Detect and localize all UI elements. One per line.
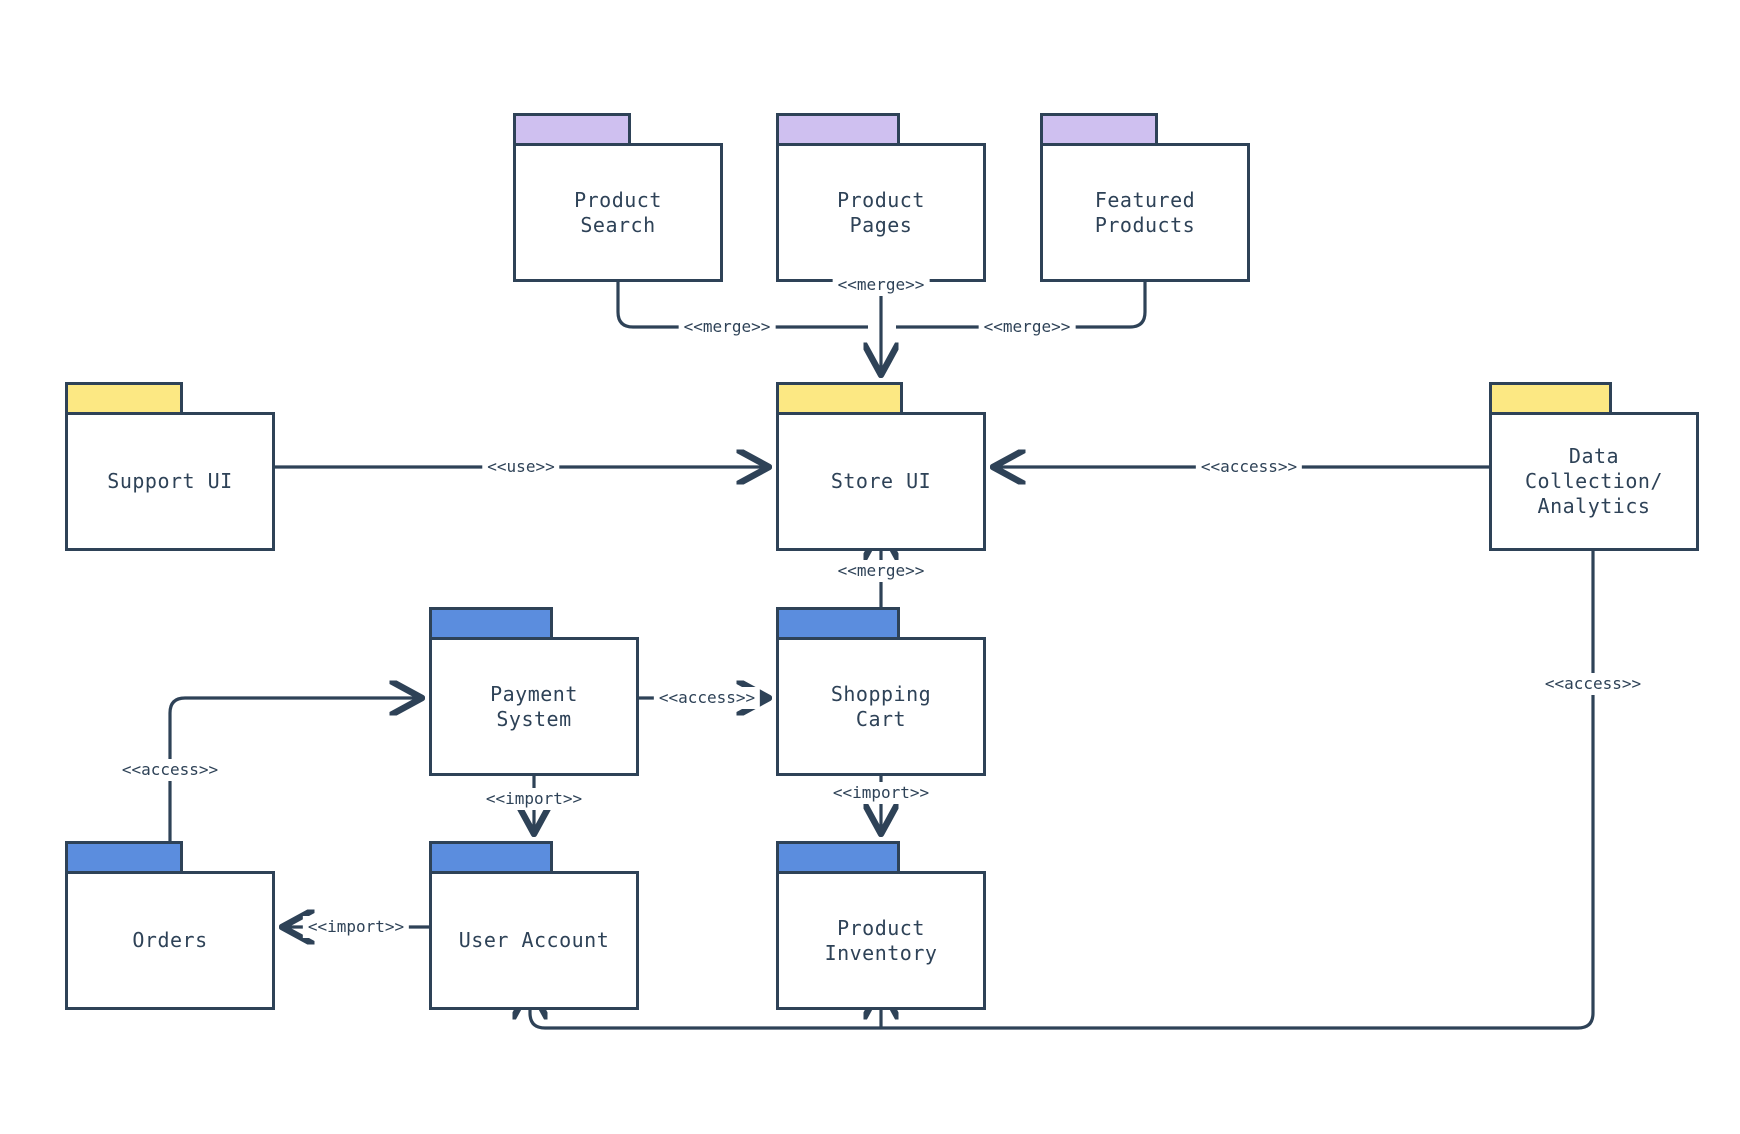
package-label: Orders [132,928,208,952]
package-payment-system[interactable]: Payment System [429,607,639,776]
package-label: Product Inventory [824,915,938,965]
package-user-account[interactable]: User Account [429,841,639,1010]
package-store-ui[interactable]: Store UI [776,382,986,551]
edge-label-merge-cart: <<merge>> [832,560,930,582]
package-body: Featured Products [1040,143,1250,282]
edge-label-access-payment-cart: <<access>> [653,687,761,709]
package-orders[interactable]: Orders [65,841,275,1010]
package-label: Support UI [107,469,233,493]
package-tab [429,607,553,637]
package-body: Product Search [513,143,723,282]
edge-label-import-cart-inventory: <<import>> [827,782,935,804]
package-tab [1040,113,1158,143]
package-body: Store UI [776,412,986,551]
package-product-pages[interactable]: Product Pages [776,113,986,282]
package-body: Product Pages [776,143,986,282]
package-label: Product Search [574,187,662,237]
edge-label-merge-pages: <<merge>> [832,274,930,296]
package-label: Payment System [490,681,578,731]
edge-label-access-analytics-store: <<access>> [1195,456,1303,478]
edge-label-use-support: <<use>> [482,456,560,478]
package-tab [429,841,553,871]
package-label: Data Collection/ Analytics [1525,444,1663,518]
package-data-collection-analytics[interactable]: Data Collection/ Analytics [1489,382,1699,551]
package-label: User Account [458,928,610,952]
package-tab [65,382,183,412]
package-tab [1489,382,1612,412]
package-tab [776,113,900,143]
package-tab [776,607,900,637]
edge-label-merge-featured: <<merge>> [978,316,1076,338]
package-tab [513,113,631,143]
package-body: Product Inventory [776,871,986,1010]
edge-label-merge-search: <<merge>> [678,316,776,338]
edge-data-collection-access-bottom [530,521,1595,1030]
package-body: User Account [429,871,639,1010]
package-body: Shopping Cart [776,637,986,776]
package-label: Store UI [830,469,932,493]
package-body: Orders [65,871,275,1010]
package-tab [65,841,183,871]
edge-label-access-analytics-bottom: <<access>> [1539,673,1647,695]
package-label: Product Pages [837,187,925,237]
package-label: Shopping Cart [830,681,932,731]
package-support-ui[interactable]: Support UI [65,382,275,551]
package-body: Support UI [65,412,275,551]
package-shopping-cart[interactable]: Shopping Cart [776,607,986,776]
package-tab [776,841,900,871]
package-body: Data Collection/ Analytics [1489,412,1699,551]
uml-package-diagram: Product Search Product Pages Featured Pr… [0,0,1740,1134]
package-tab [776,382,903,412]
package-product-search[interactable]: Product Search [513,113,723,282]
package-product-inventory[interactable]: Product Inventory [776,841,986,1010]
package-body: Payment System [429,637,639,776]
package-label: Featured Products [1094,187,1196,237]
edge-label-access-orders-payment: <<access>> [116,759,224,781]
edge-label-import-user-orders: <<import>> [302,916,410,938]
edge-label-import-payment-user: <<import>> [480,788,588,810]
package-featured-products[interactable]: Featured Products [1040,113,1250,282]
